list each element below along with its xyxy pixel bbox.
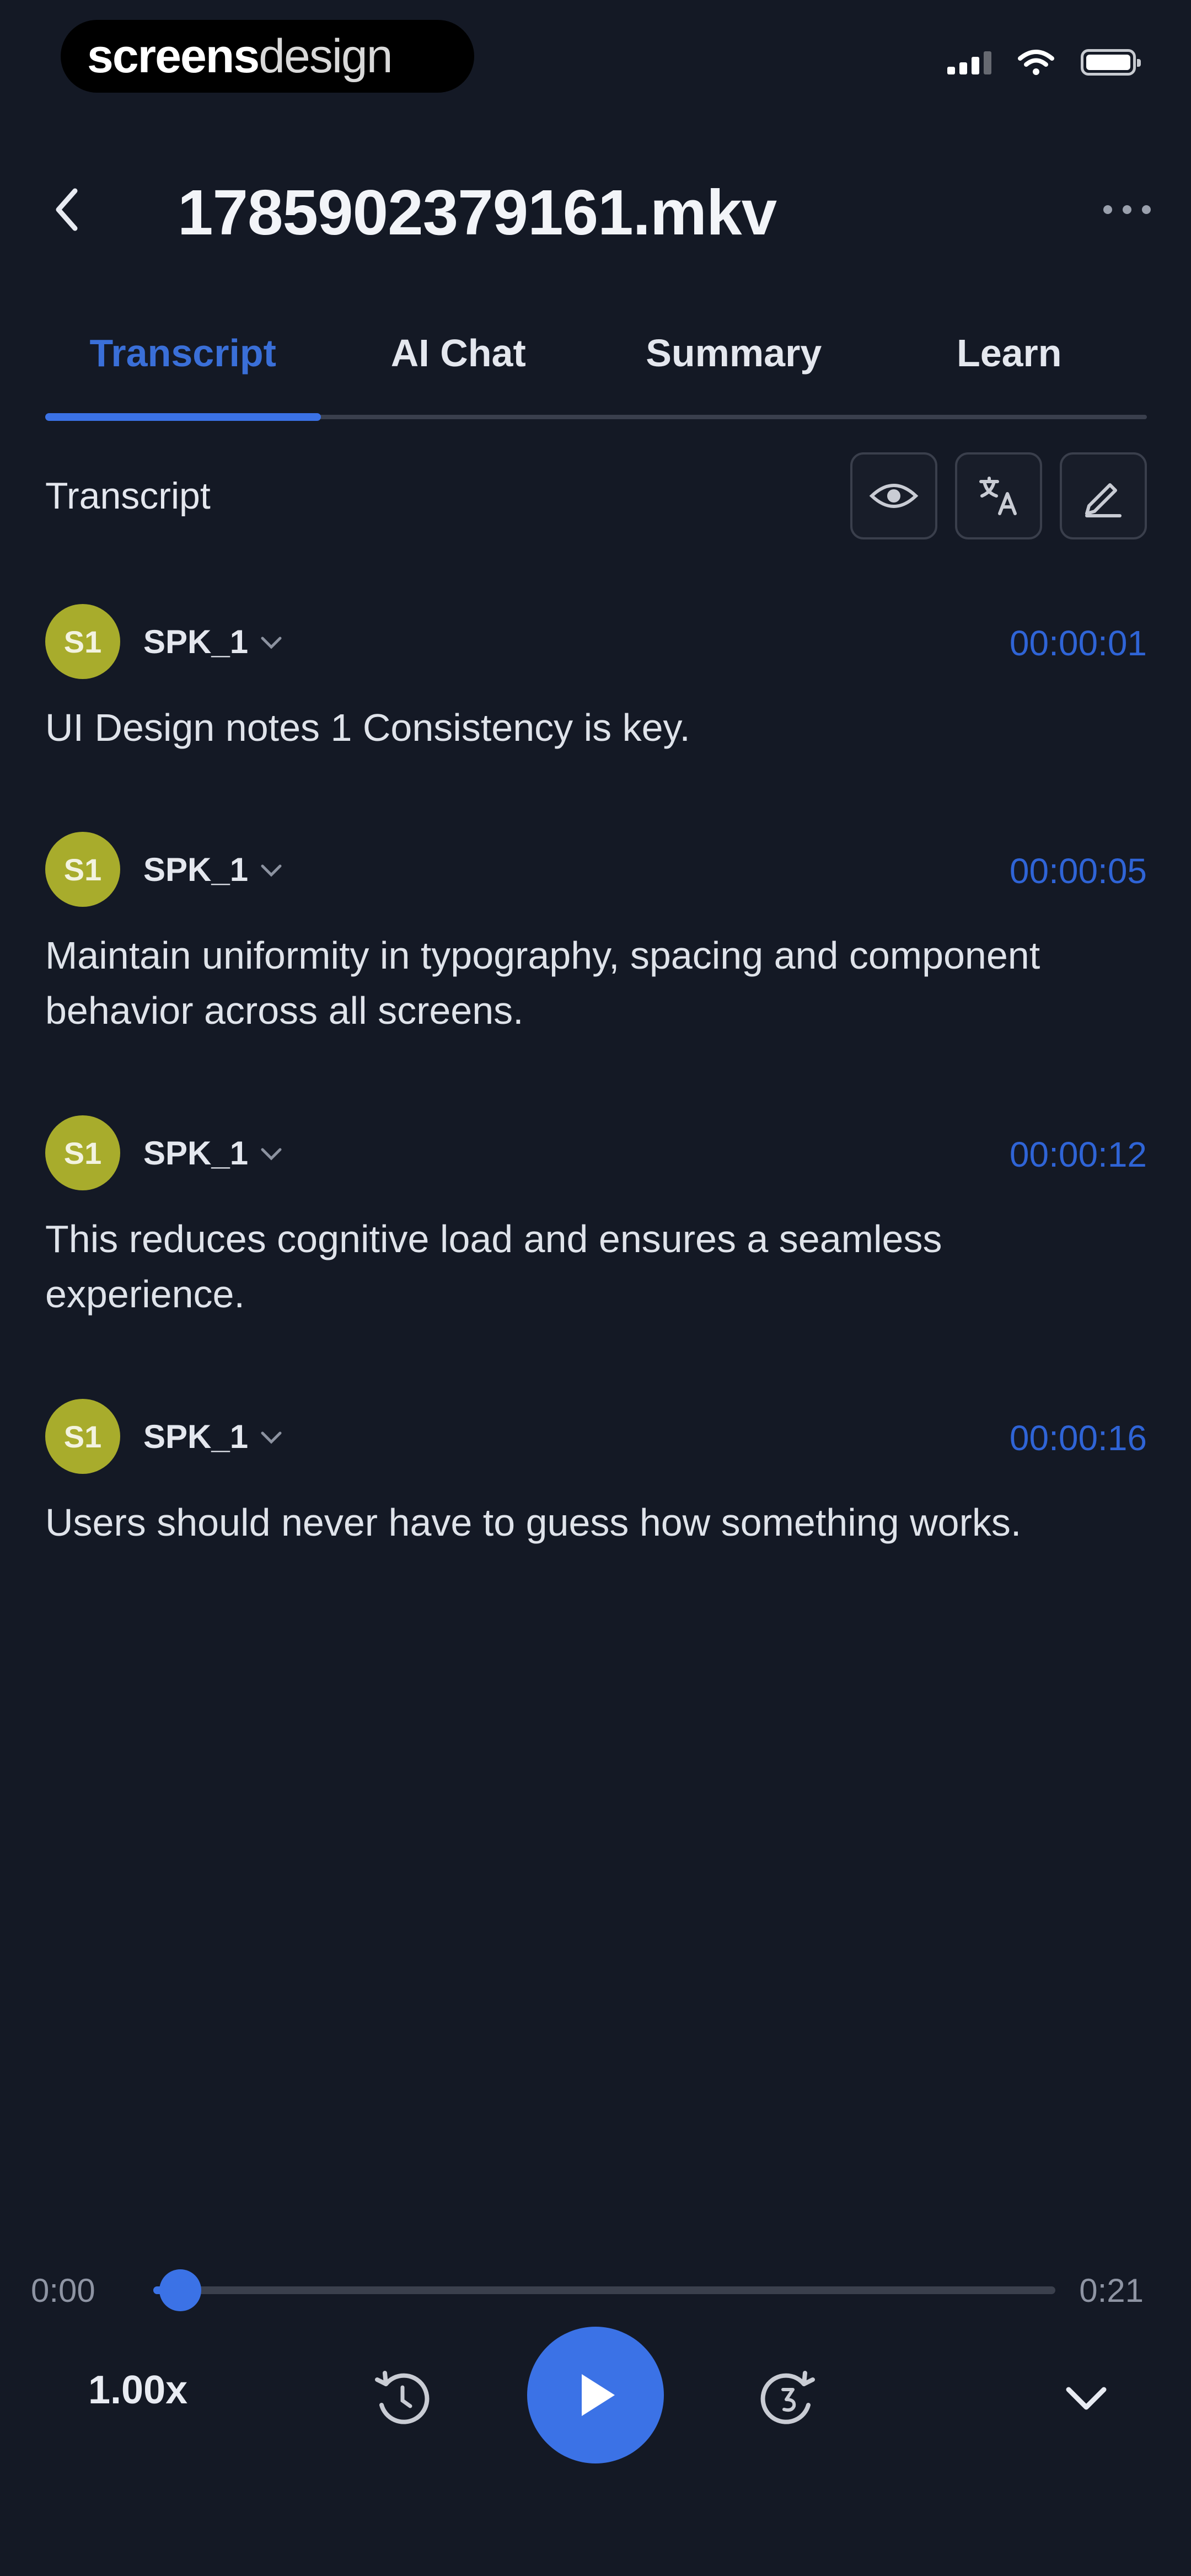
tab-ai-chat[interactable]: AI Chat xyxy=(321,325,597,397)
timestamp-link[interactable]: 00:00:16 xyxy=(1010,1418,1147,1458)
chevron-down-icon[interactable] xyxy=(260,1147,282,1162)
visibility-toggle-button[interactable] xyxy=(850,452,937,539)
speaker-avatar: S1 xyxy=(45,604,120,679)
play-button[interactable] xyxy=(527,2327,664,2463)
tab-learn[interactable]: Learn xyxy=(872,325,1147,397)
playback-speed-button[interactable]: 1.00x xyxy=(88,2367,187,2413)
brand-bold-text: screens xyxy=(87,29,260,83)
chevron-down-icon[interactable] xyxy=(260,636,282,650)
section-title: Transcript xyxy=(45,475,211,517)
back-button[interactable] xyxy=(47,179,86,240)
tab-transcript[interactable]: Transcript xyxy=(45,325,321,397)
translate-icon xyxy=(979,477,1017,515)
transcript-text: Maintain uniformity in typography, spaci… xyxy=(45,934,1040,1032)
brand-light-text: design xyxy=(259,29,393,83)
rewind-icon xyxy=(375,2371,430,2424)
fast-forward-icon xyxy=(760,2371,815,2424)
eye-icon xyxy=(869,484,919,508)
current-time: 0:00 xyxy=(31,2272,95,2309)
play-icon xyxy=(582,2374,615,2416)
speaker-name[interactable]: SPK_1 xyxy=(143,623,248,661)
pen-icon xyxy=(1085,483,1122,517)
speaker-avatar: S1 xyxy=(45,832,120,907)
chevron-left-icon xyxy=(56,188,78,231)
total-time: 0:21 xyxy=(1079,2272,1144,2309)
timestamp-link[interactable]: 00:00:12 xyxy=(1010,1134,1147,1175)
more-options-button[interactable] xyxy=(1099,190,1155,229)
speaker-avatar: S1 xyxy=(45,1115,120,1190)
transcript-entry: S1 SPK_1 00:00:12 This reduces cognitive… xyxy=(45,1115,1147,1322)
status-icons xyxy=(947,49,1141,76)
file-title: 1785902379161.mkv xyxy=(178,177,777,248)
transcript-text: UI Design notes 1 Consistency is key. xyxy=(45,706,690,749)
transcript-entry: S1 SPK_1 00:00:01 UI Design notes 1 Cons… xyxy=(45,604,1147,755)
transcript-entry: S1 SPK_1 00:00:05 Maintain uniformity in… xyxy=(45,832,1147,1038)
seek-handle[interactable] xyxy=(159,2269,202,2311)
transcript-entry: S1 SPK_1 00:00:16 Users should never hav… xyxy=(45,1399,1147,1550)
speaker-name[interactable]: SPK_1 xyxy=(143,1418,248,1456)
brand-watermark: screens design xyxy=(61,20,474,93)
timestamp-link[interactable]: 00:00:05 xyxy=(1010,851,1147,891)
cellular-signal-icon xyxy=(947,50,991,74)
chevron-down-icon[interactable] xyxy=(260,1431,282,1445)
forward-button[interactable] xyxy=(749,2360,826,2437)
battery-icon xyxy=(1081,49,1141,76)
translate-button[interactable] xyxy=(955,452,1042,539)
rewind-button[interactable] xyxy=(364,2360,441,2437)
tab-bar: Transcript AI Chat Summary Learn xyxy=(45,325,1147,397)
seek-bar[interactable] xyxy=(153,2286,1055,2294)
timestamp-link[interactable]: 00:00:01 xyxy=(1010,623,1147,664)
speaker-name[interactable]: SPK_1 xyxy=(143,1134,248,1172)
edit-button[interactable] xyxy=(1060,452,1147,539)
collapse-player-button[interactable] xyxy=(1053,2371,1119,2426)
transcript-text: Users should never have to guess how som… xyxy=(45,1501,1022,1544)
transcript-text: This reduces cognitive load and ensures … xyxy=(45,1217,942,1316)
speaker-name[interactable]: SPK_1 xyxy=(143,851,248,889)
tab-summary[interactable]: Summary xyxy=(596,325,872,397)
speaker-avatar: S1 xyxy=(45,1399,120,1474)
wifi-icon xyxy=(1018,50,1054,75)
chevron-down-icon[interactable] xyxy=(260,864,282,878)
active-tab-indicator xyxy=(45,413,321,421)
more-horizontal-icon xyxy=(1103,205,1151,214)
chevron-down-icon xyxy=(1066,2387,1107,2410)
